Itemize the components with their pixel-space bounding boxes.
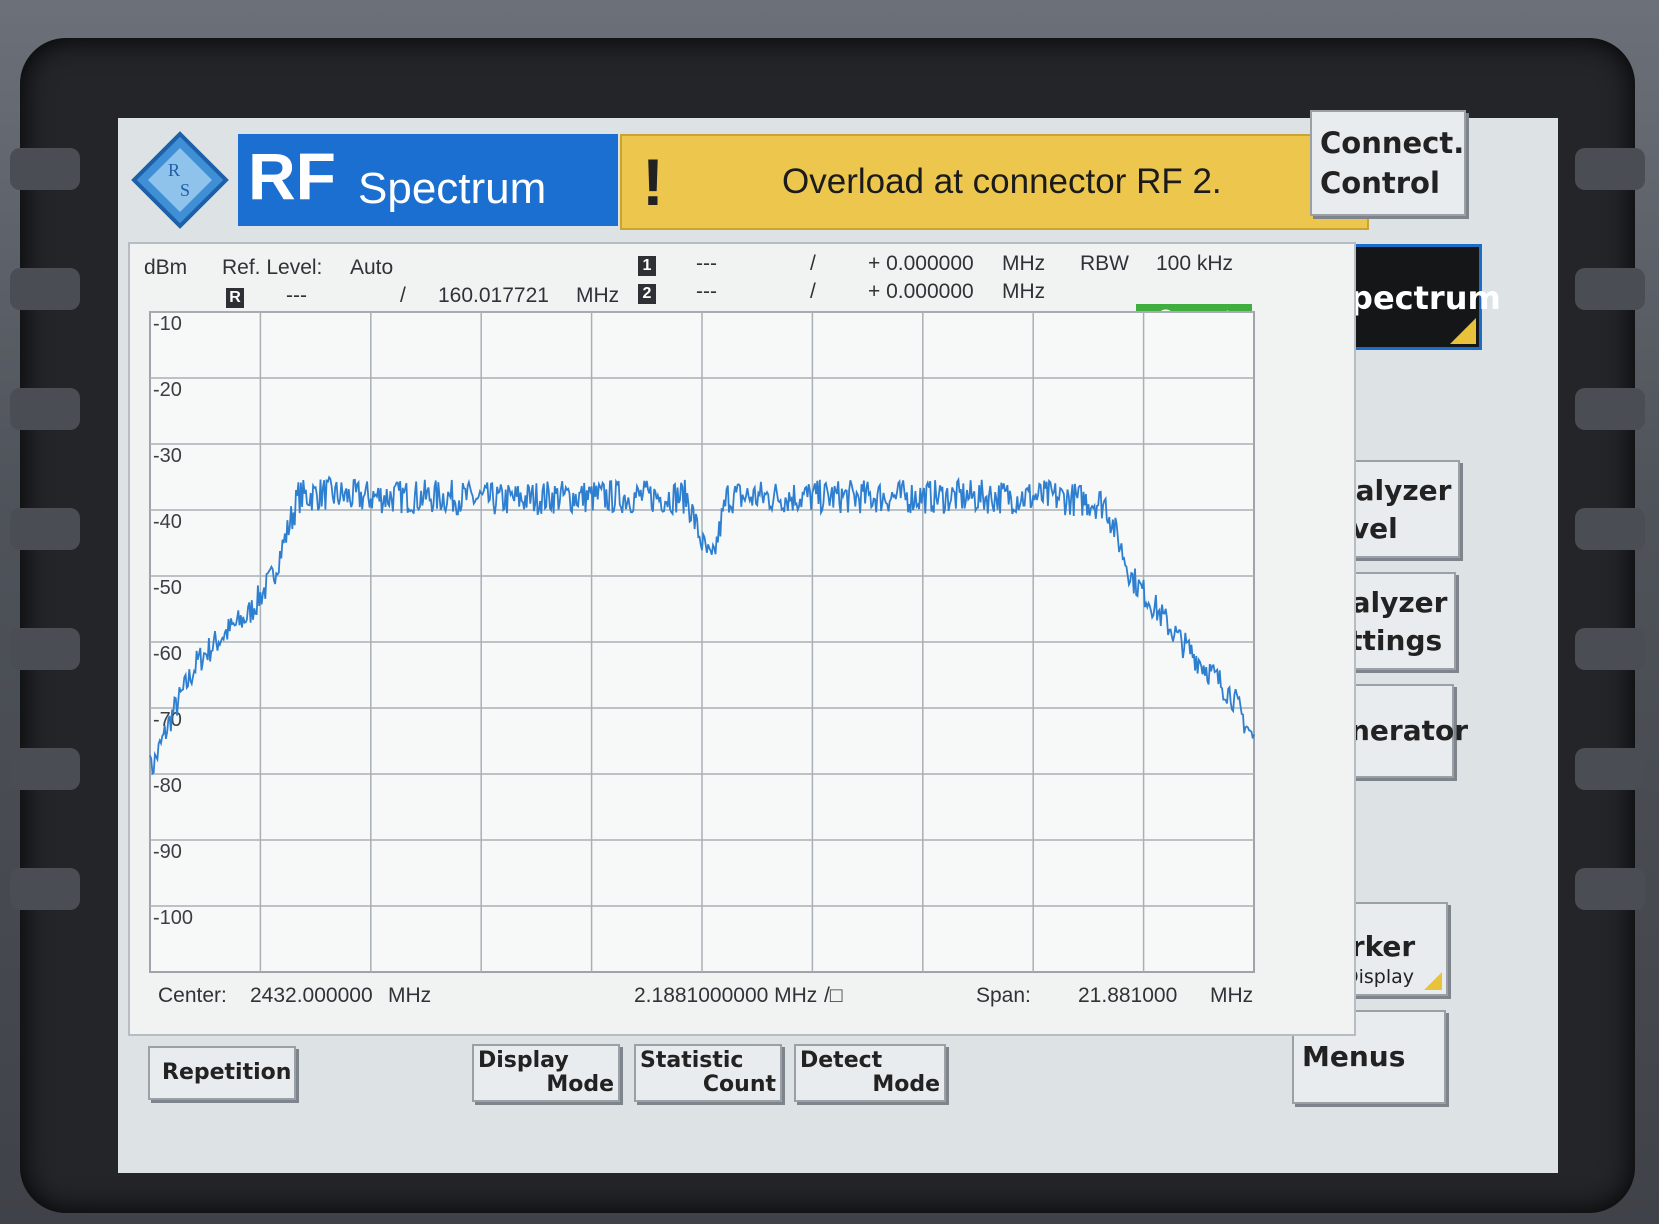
y-tick-label: -30 xyxy=(153,445,182,467)
exclamation-icon: ! xyxy=(642,145,664,219)
span-unit: MHz xyxy=(1210,984,1254,1007)
display-mode-button[interactable]: Display Mode xyxy=(472,1044,620,1102)
center-value: 2432.000000 xyxy=(250,984,373,1007)
svg-text:R: R xyxy=(168,160,180,180)
span-label: Span: xyxy=(976,984,1031,1007)
bezel-grip xyxy=(10,748,80,790)
title-rf: RF xyxy=(248,139,336,213)
bezel-grip xyxy=(10,508,80,550)
svg-text:S: S xyxy=(180,180,190,200)
bezel-grip xyxy=(10,148,80,190)
statistic-count-button[interactable]: Statistic Count xyxy=(634,1044,782,1102)
y-tick-label: -50 xyxy=(153,577,182,599)
detect-mode-button[interactable]: Detect Mode xyxy=(794,1044,946,1102)
bezel-grip xyxy=(1575,628,1645,670)
bezel-grip xyxy=(1575,868,1645,910)
application-title: RF Spectrum xyxy=(238,134,618,226)
y-tick-label: -20 xyxy=(153,379,182,401)
rohde-schwarz-logo-icon: R S xyxy=(131,131,229,229)
bezel-grip xyxy=(1575,148,1645,190)
corner-indicator-icon xyxy=(1424,972,1442,990)
statistic-count-label-2: Count xyxy=(702,1072,776,1097)
detect-mode-label-1: Detect xyxy=(800,1048,883,1073)
device-housing: R S RF Spectrum ! Overload at connector … xyxy=(0,0,1659,1224)
division-value: 2.1881000000 MHz xyxy=(634,984,818,1007)
connect-control-label-1: Connect. xyxy=(1320,126,1465,160)
spectrum-plot-panel: dBm Ref. Level: Auto R --- / 160.017721 … xyxy=(128,242,1356,1036)
y-tick-label: -100 xyxy=(153,907,193,929)
bezel-grip xyxy=(1575,268,1645,310)
detect-mode-label-2: Mode xyxy=(872,1072,940,1097)
display-mode-label-1: Display xyxy=(478,1048,569,1073)
repetition-label: Repetition xyxy=(162,1060,292,1085)
spectrum-chart: -10-20-30-40-50-60-70-80-90-100 xyxy=(149,311,1255,973)
y-tick-label: -10 xyxy=(153,313,182,335)
center-label: Center: xyxy=(158,984,227,1007)
alert-message: Overload at connector RF 2. xyxy=(782,162,1222,201)
y-tick-label: -90 xyxy=(153,841,182,863)
bezel-grip xyxy=(10,388,80,430)
span-value: 21.881000 xyxy=(1078,984,1178,1007)
connect-control-label-2: Control xyxy=(1320,166,1440,200)
bezel-grip xyxy=(10,628,80,670)
bezel-grip xyxy=(1575,388,1645,430)
menus-label: Menus xyxy=(1302,1040,1406,1073)
statistic-count-label-1: Statistic xyxy=(640,1048,744,1073)
display-mode-label-2: Mode xyxy=(546,1072,614,1097)
bezel-grip xyxy=(1575,748,1645,790)
repetition-button[interactable]: Repetition xyxy=(148,1046,296,1100)
bezel-grip xyxy=(10,868,80,910)
instrument-screen: R S RF Spectrum ! Overload at connector … xyxy=(118,110,1558,1173)
division-suffix: /□ xyxy=(824,984,843,1007)
center-unit: MHz xyxy=(388,984,432,1007)
title-mode: Spectrum xyxy=(358,164,547,213)
connect-control-button[interactable]: Connect. Control xyxy=(1310,110,1466,216)
y-tick-label: -60 xyxy=(153,643,182,665)
bezel-grip xyxy=(1575,508,1645,550)
y-tick-label: -40 xyxy=(153,511,182,533)
bezel-grip xyxy=(10,268,80,310)
corner-indicator-icon xyxy=(1450,318,1476,344)
y-tick-label: -80 xyxy=(153,775,182,797)
overload-alert: ! Overload at connector RF 2. xyxy=(620,134,1369,230)
